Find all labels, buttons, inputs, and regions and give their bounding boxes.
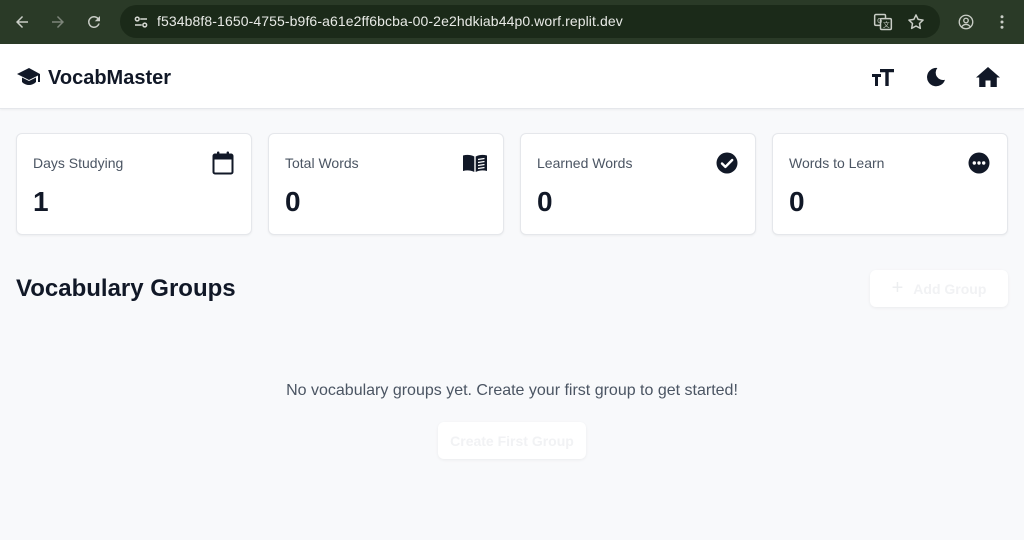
- app-header: VocabMaster: [0, 44, 1024, 109]
- profile-button[interactable]: [948, 4, 984, 40]
- kebab-menu-icon: [1000, 15, 1004, 29]
- moon-icon: [927, 67, 945, 87]
- open-book-icon: [463, 151, 487, 175]
- home-icon: [976, 67, 1000, 87]
- svg-text:G: G: [877, 17, 882, 25]
- url-text[interactable]: f534b8f8-1650-4755-b9f6-a61e2ff6bcba-00-…: [157, 13, 623, 29]
- check-circle-icon: [715, 151, 739, 175]
- graduation-cap-icon: [17, 68, 40, 85]
- dark-mode-toggle[interactable]: [923, 64, 949, 90]
- section-title: Vocabulary Groups: [16, 275, 236, 302]
- reload-button[interactable]: [76, 4, 112, 40]
- stat-label: Total Words: [285, 155, 359, 171]
- browser-toolbar: f534b8f8-1650-4755-b9f6-a61e2ff6bcba-00-…: [0, 0, 1024, 44]
- browser-menu-button[interactable]: [984, 4, 1020, 40]
- stat-value: 0: [537, 186, 553, 217]
- translate-button[interactable]: G 文: [871, 10, 895, 34]
- create-first-group-button[interactable]: Create First Group: [438, 422, 586, 459]
- font-size-button[interactable]: [870, 64, 896, 90]
- text-size-icon: [872, 69, 894, 86]
- home-button[interactable]: [975, 64, 1001, 90]
- add-group-label: Add Group: [913, 280, 987, 297]
- stat-value: 0: [789, 186, 805, 217]
- stat-card-learned-words: Learned Words 0: [520, 133, 756, 235]
- forward-button[interactable]: [40, 4, 76, 40]
- brand-name[interactable]: VocabMaster: [48, 67, 171, 90]
- stat-value: 0: [285, 186, 301, 217]
- translate-icon: G 文: [873, 13, 893, 31]
- stat-label: Words to Learn: [789, 155, 885, 171]
- stat-label: Days Studying: [33, 155, 124, 171]
- svg-text:文: 文: [883, 20, 890, 29]
- reload-icon: [87, 15, 100, 28]
- stat-card-total-words: Total Words 0: [268, 133, 504, 235]
- stat-card-days-studying: Days Studying 1: [16, 133, 252, 235]
- stat-card-words-to-learn: Words to Learn 0: [772, 133, 1008, 235]
- empty-state-message: No vocabulary groups yet. Create your fi…: [286, 382, 738, 399]
- ellipsis-circle-icon: [967, 151, 991, 175]
- add-group-button[interactable]: + Add Group: [870, 270, 1008, 307]
- bookmark-star-icon: [908, 14, 924, 30]
- site-info-button[interactable]: [128, 9, 154, 35]
- stat-value: 1: [33, 186, 49, 217]
- back-button[interactable]: [4, 4, 40, 40]
- site-info-icon: [134, 16, 148, 28]
- address-bar[interactable]: f534b8f8-1650-4755-b9f6-a61e2ff6bcba-00-…: [120, 5, 940, 38]
- stat-label: Learned Words: [537, 155, 633, 171]
- forward-arrow-icon: [52, 16, 64, 28]
- bookmark-button[interactable]: [904, 10, 928, 34]
- profile-icon: [958, 14, 974, 30]
- back-arrow-icon: [16, 16, 28, 28]
- plus-icon: +: [891, 277, 904, 299]
- calendar-icon: [211, 151, 235, 175]
